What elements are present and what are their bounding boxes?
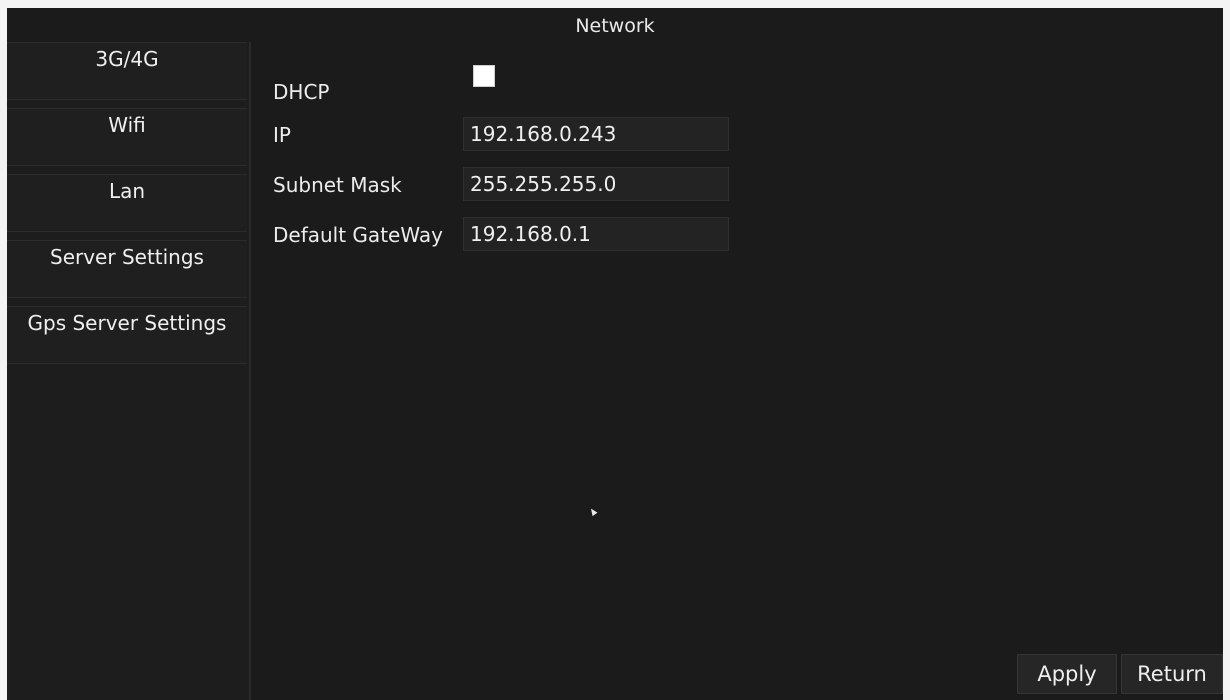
sidebar-item-3g4g[interactable]: 3G/4G	[7, 42, 247, 100]
sidebar: 3G/4G Wifi Lan Server Settings Gps Serve…	[7, 42, 251, 700]
sidebar-item-server-settings[interactable]: Server Settings	[7, 240, 247, 298]
apply-button[interactable]: Apply	[1017, 654, 1117, 694]
sidebar-item-gps-server-settings[interactable]: Gps Server Settings	[7, 306, 247, 364]
return-button[interactable]: Return	[1121, 654, 1223, 694]
window-title: Network	[575, 15, 655, 37]
dhcp-label: DHCP	[273, 80, 330, 104]
network-settings-window: Network 3G/4G Wifi Lan Server Settings G…	[7, 8, 1223, 700]
subnet-mask-input[interactable]	[463, 167, 729, 201]
sidebar-item-wifi[interactable]: Wifi	[7, 108, 247, 166]
sidebar-item-label: 3G/4G	[95, 47, 159, 71]
sidebar-item-label: Lan	[108, 179, 146, 203]
subnet-mask-label: Subnet Mask	[273, 173, 402, 197]
dhcp-checkbox[interactable]	[473, 65, 495, 87]
sidebar-item-label: Gps Server Settings	[27, 311, 227, 335]
network-form: DHCP IP Subnet Mask Default GateWay	[251, 42, 1223, 700]
ip-input[interactable]	[463, 117, 729, 151]
default-gateway-input[interactable]	[463, 217, 729, 251]
sidebar-item-label: Wifi	[108, 113, 146, 137]
sidebar-item-label: Server Settings	[50, 245, 204, 269]
default-gateway-label: Default GateWay	[273, 223, 443, 247]
sidebar-item-lan[interactable]: Lan	[7, 174, 247, 232]
ip-label: IP	[273, 123, 291, 147]
